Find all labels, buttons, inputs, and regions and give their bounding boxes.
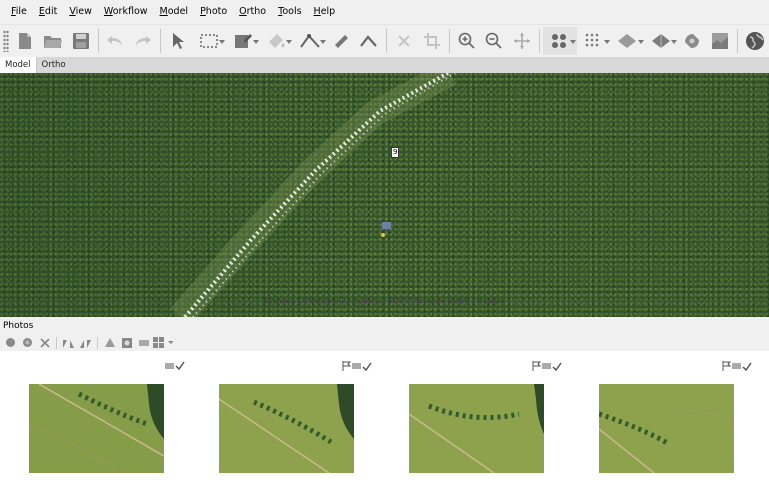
photo-thumbnail[interactable] (409, 384, 544, 473)
toolbar-separator (160, 28, 162, 53)
tab-ortho[interactable]: Ortho (37, 57, 71, 73)
main-toolbar (0, 24, 769, 56)
menu-file[interactable]: File (5, 0, 33, 24)
menu-photo[interactable]: Photo (194, 0, 233, 24)
select-arrow-icon[interactable] (164, 27, 192, 55)
view-tabs: Model Ortho (0, 57, 769, 73)
enable-camera-icon[interactable] (2, 335, 19, 350)
photo-status-flags (722, 361, 752, 371)
checkmark-icon (552, 362, 562, 371)
camera-marker-icon[interactable] (381, 221, 393, 239)
globe-icon[interactable] (741, 27, 769, 55)
photo-status-flags (532, 361, 562, 371)
photo-status-flags (165, 361, 185, 370)
menu-help[interactable]: Help (308, 0, 342, 24)
toolbar-separator (737, 28, 739, 53)
flag-icon (342, 361, 351, 371)
mesh-solid-icon[interactable] (645, 27, 679, 55)
toolbar-separator (448, 28, 450, 53)
camera-status-icon (542, 363, 551, 369)
image-quality-icon[interactable] (135, 335, 152, 350)
flag-icon (722, 361, 731, 371)
tab-model[interactable]: Model (0, 57, 37, 73)
shape-fill-icon[interactable] (260, 27, 294, 55)
flag-icon (532, 361, 541, 371)
model-viewport[interactable]: 9 (0, 73, 769, 317)
new-document-icon[interactable] (11, 27, 39, 55)
point-cloud-icon[interactable] (543, 26, 577, 55)
menu-ortho[interactable]: Ortho (233, 0, 272, 24)
menu-bar: File Edit View Workflow Model Photo Orth… (0, 0, 769, 24)
rectangle-selection-icon[interactable] (192, 27, 226, 55)
draw-shape-icon[interactable] (226, 27, 260, 55)
photo-thumbnail[interactable] (599, 384, 734, 473)
menu-view[interactable]: View (63, 0, 98, 24)
photo-thumbnail-card[interactable] (570, 351, 760, 480)
photo-thumbnail[interactable] (29, 384, 164, 473)
photo-thumbnail-card[interactable] (380, 351, 570, 480)
toolbar-separator (539, 28, 541, 53)
map-attribution: Esonoria CE Sentinel-2 cloudless / EOX I… (264, 297, 505, 305)
view-mode-icon[interactable] (152, 335, 174, 350)
photo-thumbnail-card[interactable] (190, 351, 380, 480)
toolbar-separator (97, 28, 99, 53)
crop-icon[interactable] (418, 27, 446, 55)
menu-edit[interactable]: Edit (33, 0, 63, 24)
polyline-icon[interactable] (293, 27, 327, 55)
zoom-in-icon[interactable] (453, 27, 481, 55)
rotate-right-icon[interactable] (77, 335, 94, 350)
detect-markers-icon[interactable] (101, 335, 118, 350)
disable-camera-icon[interactable] (19, 335, 36, 350)
texture-icon[interactable] (706, 27, 734, 55)
photos-toolbar (0, 334, 769, 351)
rotate-left-icon[interactable] (60, 335, 77, 350)
redo-icon[interactable] (129, 27, 157, 55)
photo-thumbnail-card[interactable] (0, 351, 190, 480)
angle-icon[interactable] (355, 27, 383, 55)
zoom-out-icon[interactable] (481, 27, 509, 55)
menu-tools[interactable]: Tools (272, 0, 307, 24)
checkmark-icon (742, 362, 752, 371)
save-icon[interactable] (67, 27, 95, 55)
field-track (170, 73, 457, 317)
camera-status-icon (165, 362, 174, 369)
ruler-icon[interactable] (327, 27, 355, 55)
checkmark-icon (362, 362, 372, 371)
camera-label: 9 (391, 147, 400, 158)
navigate-icon[interactable] (508, 27, 536, 55)
photos-panel-title: Photos (0, 318, 769, 334)
photo-thumbnail[interactable] (219, 384, 354, 473)
tiled-model-icon[interactable] (678, 27, 706, 55)
menu-model[interactable]: Model (154, 0, 195, 24)
toolbar-grip[interactable] (3, 29, 9, 52)
delete-icon[interactable] (390, 27, 418, 55)
dense-cloud-icon[interactable] (577, 27, 611, 55)
camera-status-icon (352, 363, 361, 369)
checkmark-icon (175, 361, 185, 370)
mask-icon[interactable] (118, 335, 135, 350)
toolbar-separator (385, 28, 387, 53)
mesh-shaded-icon[interactable] (611, 27, 645, 55)
undo-icon[interactable] (102, 27, 130, 55)
camera-status-icon (732, 363, 741, 369)
photos-pane (0, 351, 769, 480)
photo-status-flags (342, 361, 372, 371)
open-folder-icon[interactable] (39, 27, 67, 55)
menu-workflow[interactable]: Workflow (98, 0, 154, 24)
remove-camera-icon[interactable] (36, 335, 53, 350)
